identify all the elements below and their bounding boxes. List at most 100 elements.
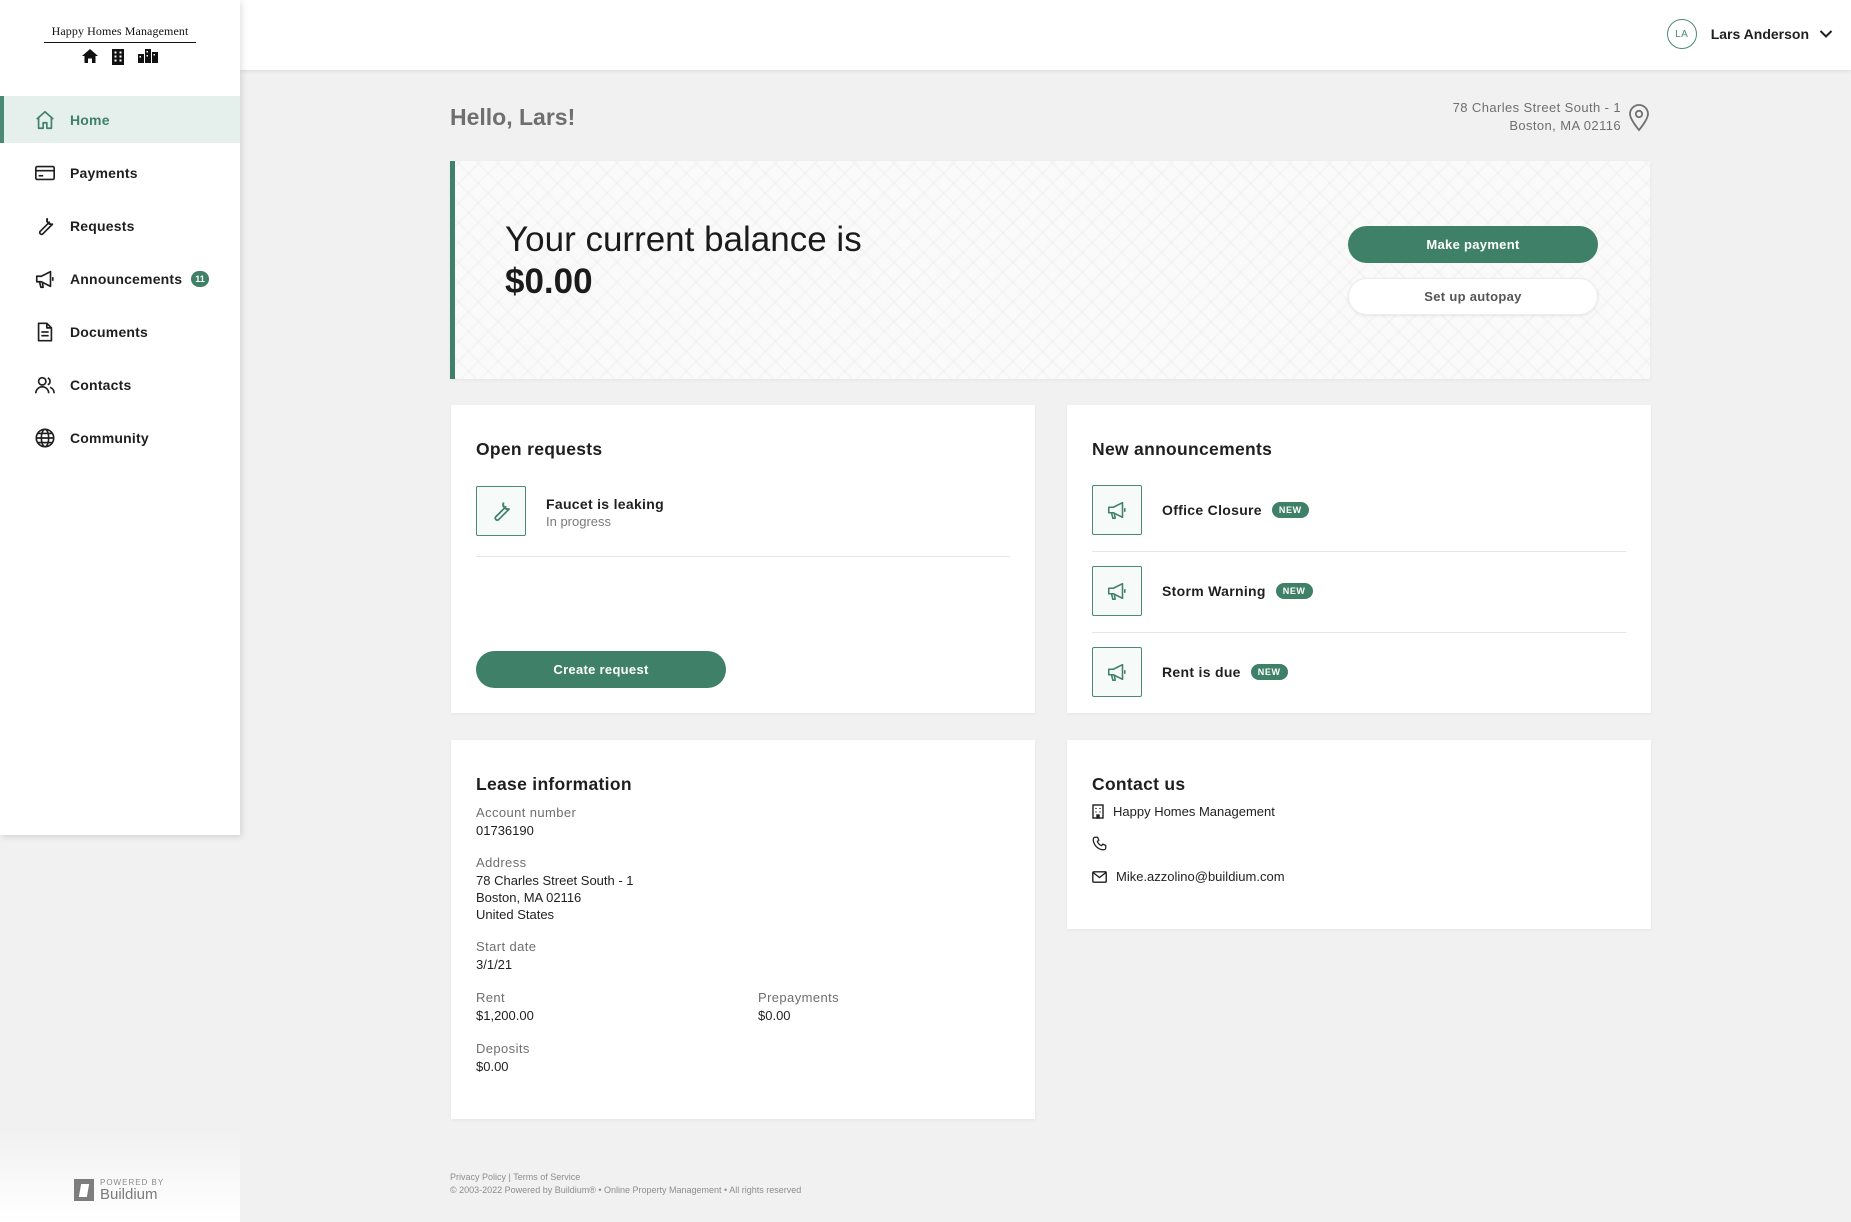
new-announcements-title: New announcements xyxy=(1092,439,1273,459)
megaphone-icon xyxy=(1092,485,1142,535)
copyright-text: © 2003-2022 Powered by Buildium® • Onlin… xyxy=(450,1185,802,1195)
balance-card: Your current balance is $0.00 Make payme… xyxy=(450,161,1650,379)
user-menu[interactable]: LA Lars Anderson xyxy=(1666,19,1833,49)
privacy-policy-link[interactable]: Privacy Policy xyxy=(450,1172,506,1182)
prepayments-label: Prepayments xyxy=(758,990,839,1005)
request-title: Faucet is leaking xyxy=(546,496,664,512)
sidebar-item-label: Community xyxy=(70,429,149,446)
sidebar-item-home[interactable]: Home xyxy=(0,96,240,143)
mail-icon xyxy=(1092,870,1107,883)
city-buildings-icon xyxy=(138,49,158,63)
deposits-field: Deposits $0.00 xyxy=(476,1040,530,1075)
phone-icon xyxy=(1092,836,1107,851)
sidebar-item-announcements[interactable]: Announcements 11 xyxy=(0,255,240,302)
powered-by-name: Buildium xyxy=(100,1186,158,1203)
wrench-icon xyxy=(34,215,56,237)
request-status: In progress xyxy=(546,514,612,529)
set-up-autopay-button[interactable]: Set up autopay xyxy=(1348,278,1598,315)
balance-title: Your current balance is xyxy=(505,220,862,259)
property-address: 78 Charles Street South - 1 Boston, MA 0… xyxy=(1453,99,1621,135)
create-request-button[interactable]: Create request xyxy=(476,651,726,688)
list-item[interactable]: Faucet is leaking In progress xyxy=(476,486,1010,557)
contact-email-address: Mike.azzolino@buildium.com xyxy=(1116,869,1285,884)
sidebar-item-label: Documents xyxy=(70,323,149,340)
list-item[interactable]: Rent is due NEW xyxy=(1092,647,1626,714)
footer-separator: | xyxy=(508,1172,511,1182)
list-item[interactable]: Office Closure NEW xyxy=(1092,485,1626,552)
address-label: Address xyxy=(476,855,527,870)
prepayments-field: Prepayments $0.00 xyxy=(758,989,839,1024)
new-badge: NEW xyxy=(1275,583,1313,599)
rent-field: Rent $1,200.00 xyxy=(476,989,534,1024)
announcement-title: Rent is due NEW xyxy=(1162,664,1288,680)
start-date-label: Start date xyxy=(476,939,537,954)
building-icon xyxy=(112,49,124,65)
page-title: Hello, Lars! xyxy=(450,104,576,130)
building-icon xyxy=(1092,804,1104,819)
powered-by-footer: POWERED BY Buildium xyxy=(0,1130,240,1222)
megaphone-icon xyxy=(34,268,56,290)
deposits-value: $0.00 xyxy=(476,1059,509,1074)
announcement-title: Storm Warning NEW xyxy=(1162,583,1313,599)
rent-value: $1,200.00 xyxy=(476,1008,534,1023)
announcement-title-text: Storm Warning xyxy=(1162,583,1266,599)
start-date-field: Start date 3/1/21 xyxy=(476,938,536,973)
new-announcements-card: New announcements Office Closure NEW Sto… xyxy=(1067,405,1651,713)
contact-company-name: Happy Homes Management xyxy=(1113,804,1275,819)
home-icon xyxy=(34,109,56,131)
sidebar-item-label: Payments xyxy=(70,164,138,181)
list-item[interactable]: Storm Warning NEW xyxy=(1092,566,1626,633)
sidebar: Happy Homes Management Home Payments Req… xyxy=(0,0,240,835)
megaphone-icon xyxy=(1092,566,1142,616)
contact-phone[interactable] xyxy=(1092,836,1116,851)
globe-icon xyxy=(34,427,56,449)
contact-company: Happy Homes Management xyxy=(1092,804,1275,819)
deposits-label: Deposits xyxy=(476,1041,530,1056)
buildium-logo[interactable]: POWERED BY Buildium xyxy=(74,1178,164,1202)
sidebar-item-documents[interactable]: Documents xyxy=(0,308,240,355)
sidebar-item-payments[interactable]: Payments xyxy=(0,149,240,196)
user-name: Lars Anderson xyxy=(1710,26,1809,42)
contact-us-title: Contact us xyxy=(1092,774,1186,794)
terms-of-service-link[interactable]: Terms of Service xyxy=(513,1172,580,1182)
sidebar-item-requests[interactable]: Requests xyxy=(0,202,240,249)
account-number-value: 01736190 xyxy=(476,823,534,838)
announcement-title-text: Office Closure xyxy=(1162,502,1262,518)
sidebar-item-community[interactable]: Community xyxy=(0,414,240,461)
make-payment-button[interactable]: Make payment xyxy=(1348,226,1598,263)
lease-information-card: Lease information Account number 0173619… xyxy=(451,740,1035,1119)
house-icon xyxy=(82,49,98,63)
avatar: LA xyxy=(1666,19,1697,49)
property-address-line1: 78 Charles Street South - 1 xyxy=(1452,100,1621,115)
document-icon xyxy=(34,321,56,343)
wrench-icon xyxy=(476,486,526,536)
sidebar-item-contacts[interactable]: Contacts xyxy=(0,361,240,408)
credit-card-icon xyxy=(34,162,56,184)
company-logo[interactable]: Happy Homes Management xyxy=(44,24,196,65)
buildium-mark-icon xyxy=(74,1179,94,1201)
top-bar: LA Lars Anderson xyxy=(240,0,1851,70)
prepayments-value: $0.00 xyxy=(758,1008,791,1023)
rent-label: Rent xyxy=(476,990,506,1005)
lease-information-title: Lease information xyxy=(476,774,632,794)
sidebar-item-label: Home xyxy=(70,111,110,128)
page-footer: Privacy Policy | Terms of Service © 2003… xyxy=(450,1171,801,1197)
balance-amount: $0.00 xyxy=(505,262,593,301)
logo-icons xyxy=(44,49,196,65)
address-line2: Boston, MA 02116 xyxy=(476,890,582,905)
people-icon xyxy=(34,374,56,396)
sidebar-item-label: Contacts xyxy=(70,376,132,393)
logo-name: Happy Homes Management xyxy=(44,24,196,43)
announcement-title-text: Rent is due xyxy=(1162,664,1241,680)
footer-links: Privacy Policy | Terms of Service xyxy=(450,1171,801,1184)
address-field: Address 78 Charles Street South - 1 Bost… xyxy=(476,854,634,923)
open-requests-title: Open requests xyxy=(476,439,603,459)
chevron-down-icon xyxy=(1819,30,1833,38)
start-date-value: 3/1/21 xyxy=(476,957,513,972)
property-address-line2: Boston, MA 02116 xyxy=(1509,118,1621,133)
contact-email[interactable]: Mike.azzolino@buildium.com xyxy=(1092,869,1285,884)
account-number-label: Account number xyxy=(476,805,577,820)
announcements-count-badge: 11 xyxy=(191,270,209,287)
address-line1: 78 Charles Street South - 1 xyxy=(476,873,634,888)
contact-us-card: Contact us Happy Homes Management Mike.a… xyxy=(1067,740,1651,929)
